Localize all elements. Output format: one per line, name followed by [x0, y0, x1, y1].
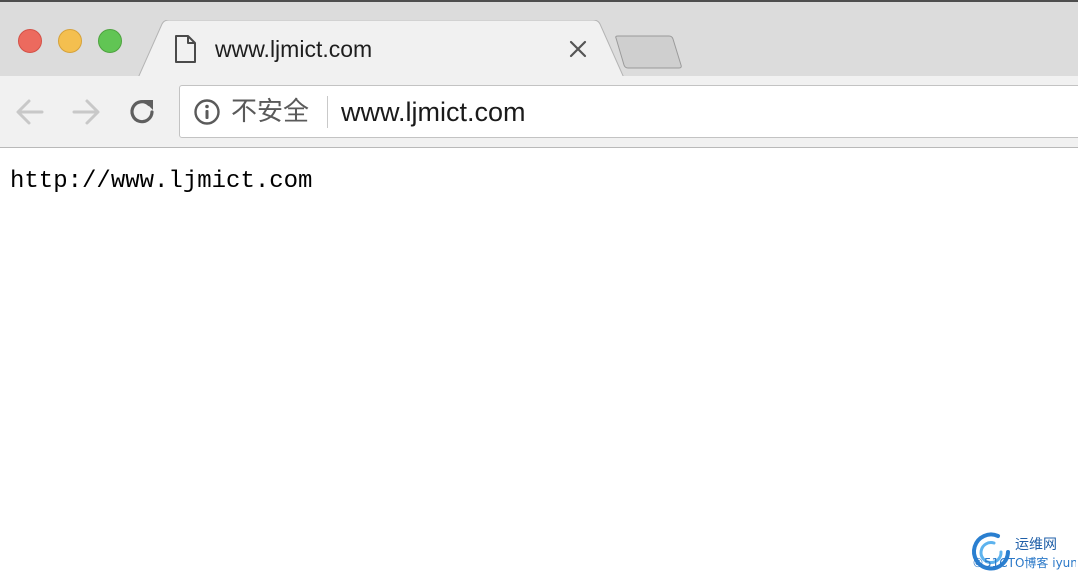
watermark: 运维网 ©51CTO博客 iyunv.com	[968, 530, 1076, 576]
toolbar: 不安全 www.ljmict.com	[0, 76, 1078, 148]
tab-active[interactable]: www.ljmict.com	[138, 20, 624, 78]
security-label[interactable]: 不安全	[231, 97, 309, 127]
info-icon[interactable]	[193, 98, 221, 126]
page-content: http://www.ljmict.com	[0, 148, 1078, 578]
window-minimize-button[interactable]	[58, 29, 82, 53]
page-body-text: http://www.ljmict.com	[10, 168, 313, 195]
tab-background	[138, 20, 624, 78]
watermark-title: 运维网	[1015, 537, 1057, 553]
tab-title: www.ljmict.com	[215, 36, 373, 62]
watermark-subtitle: ©51CTO博客 iyunv.com	[972, 556, 1076, 570]
address-bar[interactable]: 不安全 www.ljmict.com	[179, 85, 1078, 138]
forward-arrow-icon[interactable]	[70, 96, 102, 128]
new-tab-button[interactable]	[612, 35, 684, 69]
window-close-button[interactable]	[18, 29, 42, 53]
page-icon	[174, 35, 196, 63]
close-icon[interactable]	[568, 39, 588, 59]
reload-icon[interactable]	[126, 96, 158, 128]
omnibox-divider	[327, 96, 328, 128]
window-maximize-button[interactable]	[98, 29, 122, 53]
back-arrow-icon[interactable]	[14, 96, 46, 128]
url-text[interactable]: www.ljmict.com	[341, 96, 526, 128]
tab-strip: www.ljmict.com	[0, 0, 1078, 78]
